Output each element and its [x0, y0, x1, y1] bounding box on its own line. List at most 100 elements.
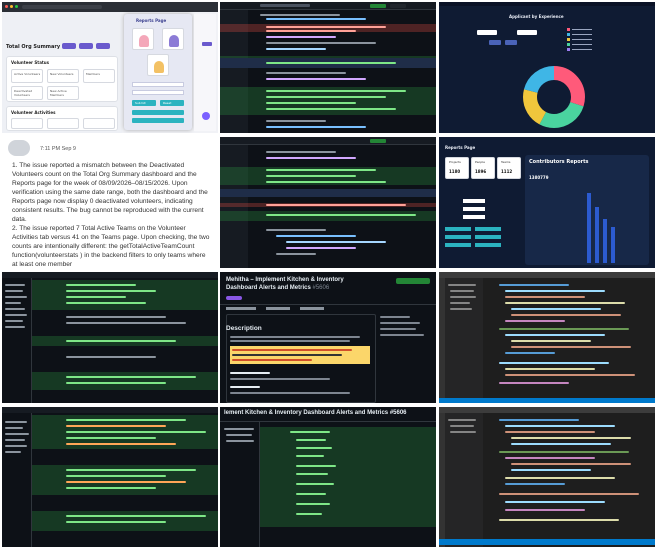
report-button[interactable]	[96, 43, 110, 49]
section-title: Volunteer Activities	[11, 110, 56, 115]
submit-button[interactable]: Submit	[132, 100, 156, 106]
comment-time: 7:11 PM Sep 9	[40, 146, 76, 152]
filter-controls	[445, 195, 525, 255]
tile-pr-files: lement Kitchen & Inventory Dashboard Ale…	[220, 407, 436, 547]
tile-code-diff-2	[220, 137, 436, 268]
comment-paragraph: 2. The issue reported 7 Total Active Tea…	[12, 225, 210, 268]
project-card[interactable]	[147, 54, 169, 76]
filter-bar[interactable]	[132, 110, 184, 115]
start-date-input[interactable]	[477, 30, 497, 35]
apply-button[interactable]	[489, 40, 501, 45]
date-input[interactable]	[463, 215, 485, 219]
project-icon	[154, 61, 164, 73]
bar	[595, 207, 599, 263]
activity-card	[11, 118, 43, 129]
tile-org-summary: Total Org Summary Volunteer Status Activ…	[2, 2, 218, 133]
tile-code-diff-1	[220, 2, 436, 133]
team-icon	[169, 35, 179, 47]
date-input[interactable]	[132, 82, 184, 87]
activity-card	[47, 118, 79, 129]
reset-button[interactable]: Reset	[160, 100, 184, 106]
minimize-dot-icon[interactable]	[10, 5, 13, 8]
stat-card-teams[interactable]: Teams 1112	[497, 157, 521, 179]
tile-reports-page: Reports Page Projects 1180 People 1896 T…	[439, 137, 655, 268]
comment-body: 1. The issue reported a mismatch between…	[12, 161, 212, 268]
bar	[611, 227, 615, 263]
popup-title: Reports Page	[136, 18, 167, 23]
people-card[interactable]	[132, 28, 154, 50]
chart-title: Applicant by Experience	[509, 14, 564, 19]
filter-button[interactable]	[475, 227, 501, 231]
file-tree	[220, 422, 260, 547]
stat-card: Active Volunteers	[11, 69, 43, 83]
file-header	[220, 137, 436, 145]
filter-bar[interactable]	[132, 118, 184, 123]
date-input[interactable]	[463, 207, 485, 211]
address-bar[interactable]	[22, 5, 102, 9]
filter-button[interactable]	[62, 43, 76, 49]
browser-toolbar	[2, 2, 218, 12]
volunteer-status-panel: Volunteer Status Active Volunteers New V…	[6, 56, 118, 102]
tile-applicant-experience: Applicant by Experience	[439, 2, 655, 133]
filter-button[interactable]	[445, 227, 471, 231]
bar	[603, 219, 607, 263]
stat-card: New Volunteers	[47, 69, 79, 83]
file-tree	[2, 278, 32, 403]
status-badge	[226, 296, 242, 300]
page-title: Total Org Summary	[6, 44, 61, 50]
reports-popup: Reports Page Submit Reset	[124, 14, 192, 130]
page-title: Reports Page	[445, 145, 476, 150]
tile-code-sidebar-1	[2, 272, 218, 403]
date-input[interactable]	[463, 199, 485, 203]
section-title: Volunteer Status	[11, 60, 50, 65]
description-heading: Description	[226, 325, 262, 332]
legend	[567, 28, 607, 52]
export-button[interactable]	[79, 43, 93, 49]
filter-button[interactable]	[445, 235, 471, 239]
stat-card-people[interactable]: People 1896	[471, 157, 495, 179]
tile-editor-2	[439, 407, 655, 547]
sidebar	[380, 314, 432, 354]
stat-card-projects[interactable]: Projects 1180	[445, 157, 469, 179]
screenshot-grid: Total Org Summary Volunteer Status Activ…	[0, 0, 656, 549]
explorer	[445, 413, 483, 547]
activity-card	[83, 118, 115, 129]
comment-paragraph: 1. The issue reported a mismatch between…	[12, 162, 208, 223]
end-date-input[interactable]	[517, 30, 537, 35]
donut-chart	[523, 66, 585, 128]
stat-card: New Active Members	[47, 86, 79, 100]
status-bar	[439, 539, 655, 545]
explorer	[445, 278, 483, 403]
volunteer-activities-panel: Volunteer Activities	[6, 106, 118, 131]
tile-editor-1	[439, 272, 655, 403]
close-dot-icon[interactable]	[5, 5, 8, 8]
code-button[interactable]	[396, 278, 430, 284]
team-card[interactable]	[162, 28, 184, 50]
stat-card: Deactivated Volunteers	[11, 86, 43, 100]
right-margin	[194, 14, 216, 131]
filter-button[interactable]	[445, 243, 471, 247]
person-icon	[139, 35, 149, 47]
viewed-button[interactable]	[370, 4, 386, 8]
tile-code-sidebar-2	[2, 407, 218, 547]
highlight-block	[230, 346, 370, 364]
chat-icon[interactable]	[202, 112, 210, 120]
bar	[587, 193, 591, 263]
reset-button[interactable]	[505, 40, 517, 45]
date-input[interactable]	[132, 90, 184, 95]
stat-card: Members	[83, 69, 115, 83]
comment-button[interactable]	[390, 4, 406, 8]
tile-comment: 7:11 PM Sep 9 1. The issue reported a mi…	[2, 137, 218, 268]
filter-button[interactable]	[475, 243, 501, 247]
pr-title: Mehitha – Implement Kitchen & Inventory …	[226, 277, 344, 291]
avatar	[8, 140, 30, 156]
file-tree	[2, 413, 32, 547]
viewed-button[interactable]	[370, 139, 386, 143]
contributors-panel: Contributors Reports 1380779	[525, 155, 649, 265]
tile-pull-request: Mehitha – Implement Kitchen & Inventory …	[220, 272, 436, 403]
pr-title: lement Kitchen & Inventory Dashboard Ale…	[224, 410, 407, 416]
filter-button[interactable]	[475, 235, 501, 239]
maximize-dot-icon[interactable]	[15, 5, 18, 8]
status-bar	[439, 398, 655, 403]
file-header	[220, 2, 436, 10]
